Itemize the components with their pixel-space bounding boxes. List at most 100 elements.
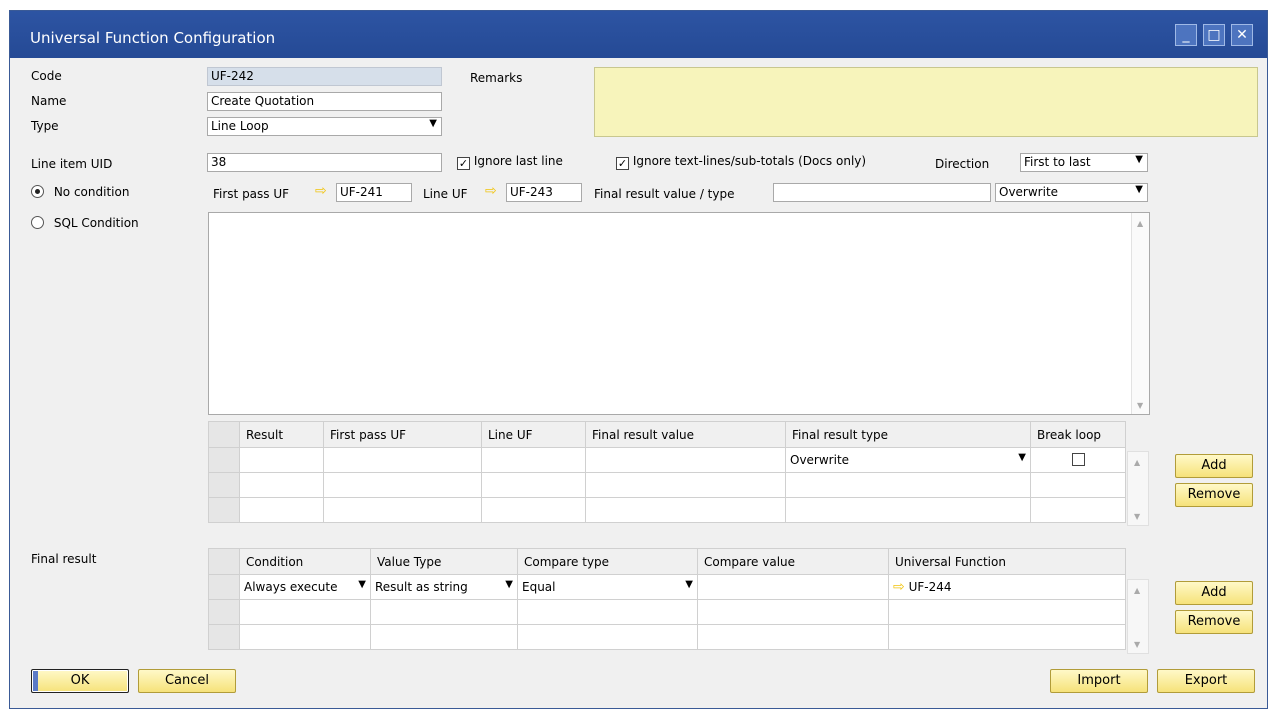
column-header-final-result-type[interactable]: Final result type (785, 421, 1031, 448)
first-pass-cell[interactable] (323, 447, 482, 473)
final-result-add-button[interactable]: Add (1175, 581, 1253, 605)
link-arrow-icon[interactable]: ⇨ (485, 183, 497, 199)
compare-type-cell[interactable] (517, 599, 698, 625)
column-header-compare-type[interactable]: Compare type (517, 548, 698, 575)
universal-function-cell[interactable] (888, 624, 1126, 650)
type-dropdown[interactable]: Line Loop ▼ (207, 117, 442, 136)
compare-type-cell[interactable]: Equal ▼ (517, 574, 698, 600)
line-uf-cell[interactable] (481, 497, 586, 523)
condition-cell[interactable]: Always execute ▼ (239, 574, 371, 600)
result-grid-scrollbar[interactable]: ▲ ▼ (1127, 451, 1149, 526)
sql-condition-textarea[interactable]: ▲ ▼ (208, 212, 1150, 415)
result-remove-button[interactable]: Remove (1175, 483, 1253, 507)
line-uf-cell[interactable] (481, 472, 586, 498)
break-loop-cell[interactable] (1030, 472, 1126, 498)
scroll-down-icon[interactable]: ▼ (1137, 401, 1143, 410)
result-cell[interactable] (239, 472, 324, 498)
compare-type-cell[interactable] (517, 624, 698, 650)
name-label: Name (31, 94, 67, 108)
column-header-first-pass-uf[interactable]: First pass UF (323, 421, 482, 448)
final-result-value-field[interactable] (773, 183, 991, 202)
scroll-up-icon[interactable]: ▲ (1134, 586, 1140, 595)
checkbox-unchecked-icon[interactable] (1071, 453, 1085, 466)
ignore-text-lines-checkbox[interactable]: ✓ Ignore text-lines/sub-totals (Docs onl… (616, 154, 866, 170)
row-selector[interactable] (208, 574, 240, 600)
table-row[interactable] (208, 624, 1126, 650)
direction-dropdown[interactable]: First to last ▼ (1020, 153, 1148, 172)
ignore-last-line-checkbox[interactable]: ✓ Ignore last line (457, 154, 563, 170)
line-uf-cell[interactable] (481, 447, 586, 473)
final-value-cell[interactable] (585, 447, 786, 473)
value-type-cell[interactable]: Result as string ▼ (370, 574, 518, 600)
scroll-up-icon[interactable]: ▲ (1134, 458, 1140, 467)
column-header-condition[interactable]: Condition (239, 548, 371, 575)
result-table: Result First pass UF Line UF Final resul… (208, 421, 1126, 523)
final-value-cell[interactable] (585, 472, 786, 498)
ignore-last-line-label: Ignore last line (473, 154, 563, 168)
row-selector[interactable] (208, 472, 240, 498)
final-type-cell[interactable]: Overwrite ▼ (785, 447, 1031, 473)
first-pass-cell[interactable] (323, 472, 482, 498)
compare-value-cell[interactable] (697, 599, 889, 625)
link-arrow-icon[interactable]: ⇨ (893, 579, 905, 595)
table-row[interactable]: Overwrite ▼ (208, 447, 1126, 473)
final-type-cell[interactable] (785, 497, 1031, 523)
compare-value-cell[interactable] (697, 624, 889, 650)
column-header-line-uf[interactable]: Line UF (481, 421, 586, 448)
universal-function-cell[interactable] (888, 599, 1126, 625)
row-selector[interactable] (208, 599, 240, 625)
minimize-button[interactable]: _ (1175, 24, 1197, 46)
title-bar[interactable]: Universal Function Configuration _ □ ✕ (10, 11, 1267, 58)
break-loop-cell[interactable] (1030, 497, 1126, 523)
final-result-type-dropdown[interactable]: Overwrite ▼ (995, 183, 1148, 202)
name-field[interactable]: Create Quotation (207, 92, 442, 111)
radio-selected-icon (31, 185, 44, 198)
condition-cell[interactable] (239, 599, 371, 625)
final-type-cell[interactable] (785, 472, 1031, 498)
column-header-final-result-value[interactable]: Final result value (585, 421, 786, 448)
result-add-button[interactable]: Add (1175, 454, 1253, 478)
table-row[interactable] (208, 497, 1126, 523)
no-condition-radio[interactable]: No condition (31, 185, 129, 199)
break-loop-cell[interactable] (1030, 447, 1126, 473)
final-value-cell[interactable] (585, 497, 786, 523)
scrollbar[interactable]: ▲ ▼ (1131, 213, 1149, 414)
row-selector[interactable] (208, 497, 240, 523)
table-row[interactable] (208, 599, 1126, 625)
close-button[interactable]: ✕ (1231, 24, 1253, 46)
compare-value-cell[interactable] (697, 574, 889, 600)
first-pass-cell[interactable] (323, 497, 482, 523)
row-selector[interactable] (208, 624, 240, 650)
line-item-uid-field[interactable]: 38 (207, 153, 442, 172)
final-result-remove-button[interactable]: Remove (1175, 610, 1253, 634)
code-label: Code (31, 69, 62, 83)
table-row[interactable] (208, 472, 1126, 498)
scroll-up-icon[interactable]: ▲ (1137, 219, 1143, 228)
result-cell[interactable] (239, 447, 324, 473)
ok-button[interactable]: OK (31, 669, 129, 693)
column-header-break-loop[interactable]: Break loop (1030, 421, 1126, 448)
first-pass-uf-field[interactable]: UF-241 (336, 183, 412, 202)
remarks-field[interactable] (594, 67, 1258, 137)
maximize-button[interactable]: □ (1203, 24, 1225, 46)
universal-function-cell[interactable]: ⇨ UF-244 (888, 574, 1126, 600)
value-type-cell[interactable] (370, 599, 518, 625)
export-button[interactable]: Export (1157, 669, 1255, 693)
table-row[interactable]: Always execute ▼ Result as string ▼ Equal ▼… (208, 574, 1126, 600)
column-header-result[interactable]: Result (239, 421, 324, 448)
cancel-button[interactable]: Cancel (138, 669, 236, 693)
import-button[interactable]: Import (1050, 669, 1148, 693)
value-type-cell[interactable] (370, 624, 518, 650)
result-cell[interactable] (239, 497, 324, 523)
sql-condition-radio[interactable]: SQL Condition (31, 216, 139, 230)
row-selector[interactable] (208, 447, 240, 473)
line-uf-field[interactable]: UF-243 (506, 183, 582, 202)
link-arrow-icon[interactable]: ⇨ (315, 183, 327, 199)
column-header-compare-value[interactable]: Compare value (697, 548, 889, 575)
final-result-grid-scrollbar[interactable]: ▲ ▼ (1127, 579, 1149, 654)
column-header-universal-function[interactable]: Universal Function (888, 548, 1126, 575)
scroll-down-icon[interactable]: ▼ (1134, 512, 1140, 521)
column-header-value-type[interactable]: Value Type (370, 548, 518, 575)
scroll-down-icon[interactable]: ▼ (1134, 640, 1140, 649)
condition-cell[interactable] (239, 624, 371, 650)
